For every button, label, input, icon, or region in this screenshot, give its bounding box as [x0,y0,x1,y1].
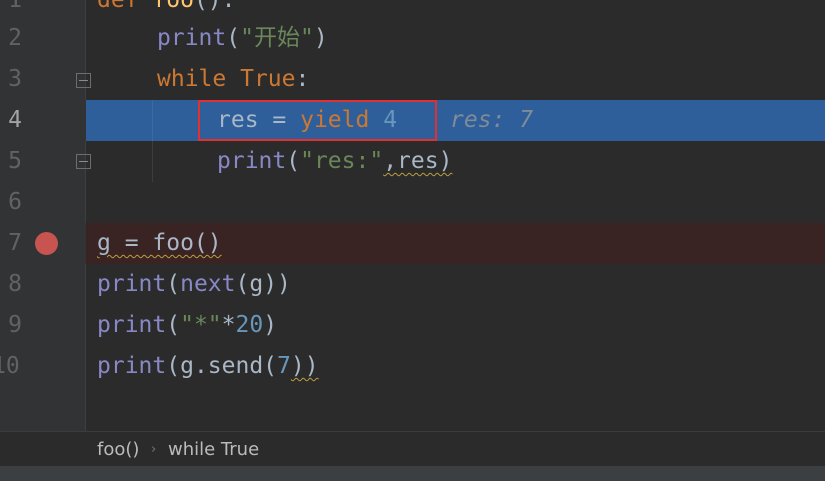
fold-toggle-icon[interactable] [76,154,91,169]
line-number: 7 [8,230,22,256]
method-call: (g.send( [166,353,278,379]
punctuation: (): [193,0,236,13]
line-number: 3 [8,66,22,92]
punctuation: (g)) [235,271,291,297]
punctuation: ( [286,148,301,174]
punctuation-with-warning: ,res) [383,148,453,174]
code-line[interactable]: 5 print("res:",res) [0,141,825,182]
punctuation: ) [263,312,278,338]
breadcrumb-item-while[interactable]: while True [168,432,259,467]
line-number: 4 [8,107,22,133]
breakpoint-line[interactable]: 7 g = foo() [0,223,825,264]
builtin-next: next [180,271,236,297]
code-text: while True: [157,59,309,100]
chevron-right-icon: › [151,442,157,457]
builtin-print: print [157,25,227,51]
inline-debug-value: res: 7 [450,107,534,133]
code-text: g = foo() [97,223,222,264]
builtin-print: print [97,312,167,338]
function-name: foo [152,0,194,13]
breakpoint-icon[interactable] [35,232,58,255]
punctuation: ( [166,312,181,338]
line-number: 2 [8,25,22,51]
statement-with-warning: g = foo() [97,230,222,256]
code-text: print(g.send(7)) [97,346,319,387]
punctuation-with-warning: )) [290,353,319,379]
punctuation: ( [226,25,241,51]
line-number: 6 [8,189,22,215]
highlight-annotation-box [198,100,437,141]
line-number: 5 [8,148,22,174]
string-literal: "开始" [240,25,314,51]
operator: * [221,312,236,338]
punctuation: ( [166,271,181,297]
keyword-true: True [240,66,296,92]
breadcrumb-bar: foo() › while True [0,431,825,467]
number-literal: 7 [277,353,291,379]
code-line[interactable]: 10 print(g.send(7)) [0,346,825,387]
punctuation: : [295,66,310,92]
builtin-print: print [97,353,167,379]
code-line[interactable]: 3 while True: [0,59,825,100]
bottom-panel-edge [0,466,825,481]
string-literal: "*" [180,312,222,338]
builtin-print: print [217,148,287,174]
keyword-while: while [157,66,241,92]
line-number: 8 [8,271,22,297]
code-text: print("开始") [157,18,328,59]
string-literal: "res:" [300,148,384,174]
code-text: print("*"*20) [97,305,277,346]
line-number: 10 [0,353,20,379]
code-line[interactable]: 2 print("开始") [0,18,825,59]
code-line[interactable]: 9 print("*"*20) [0,305,825,346]
punctuation: ) [313,25,328,51]
fold-toggle-icon[interactable] [76,73,91,88]
number-literal: 20 [235,312,264,338]
indent-guide [152,141,153,182]
line-number: 9 [8,312,22,338]
code-line[interactable]: 8 print(next(g)) [0,264,825,305]
code-line[interactable]: 6 [0,182,825,223]
code-text: print(next(g)) [97,264,291,305]
breadcrumb-item-foo[interactable]: foo() [97,432,139,467]
indent-guide [152,100,153,141]
code-text: print("res:",res) [217,141,452,182]
builtin-print: print [97,271,167,297]
keyword: def [97,0,153,13]
